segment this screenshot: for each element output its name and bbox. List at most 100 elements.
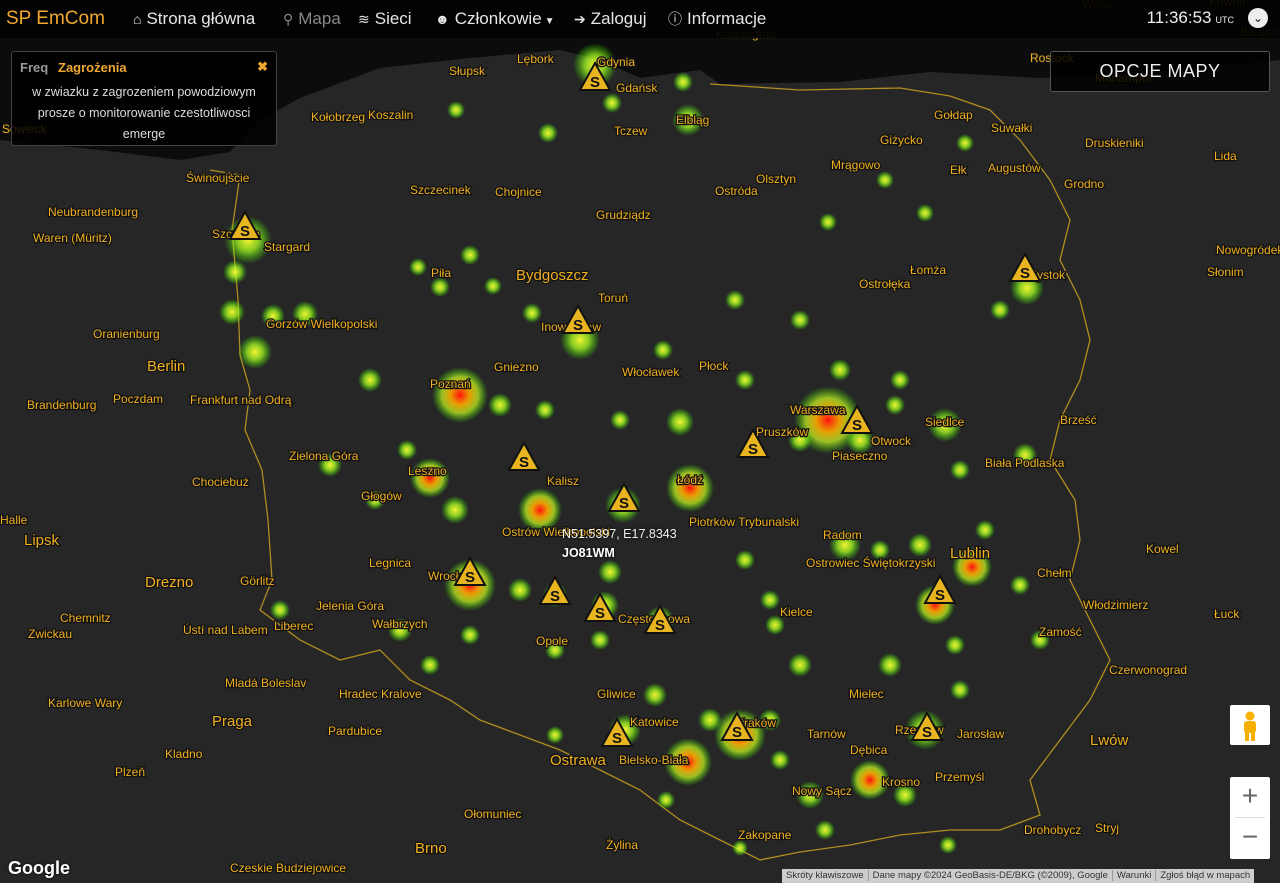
svg-text:S: S bbox=[465, 569, 475, 586]
heatmap-blob bbox=[460, 625, 480, 645]
nav-members[interactable]: ☻ Członkowie ▼ bbox=[435, 9, 555, 29]
heatmap-blob bbox=[975, 520, 995, 540]
google-logo: Google bbox=[8, 858, 70, 878]
svg-text:S: S bbox=[550, 588, 560, 605]
city-label: Włocławek bbox=[622, 365, 680, 379]
city-label: Poczdam bbox=[113, 392, 163, 406]
svg-text:S: S bbox=[612, 730, 622, 747]
heatmap-blob bbox=[397, 440, 417, 460]
map-options-button[interactable]: OPCJE MAPY bbox=[1050, 51, 1270, 92]
heatmap-blob bbox=[990, 300, 1010, 320]
home-icon: ⌂ bbox=[133, 11, 142, 27]
city-label: Zielona Góra bbox=[289, 449, 359, 463]
heatmap-blob bbox=[598, 560, 622, 584]
city-label: Katowice bbox=[630, 715, 679, 729]
city-label: Ełk bbox=[950, 163, 968, 177]
city-label: Lębork bbox=[517, 52, 555, 66]
zoom-in-button[interactable]: + bbox=[1230, 777, 1270, 817]
city-label: Leszno bbox=[408, 464, 447, 478]
svg-text:S: S bbox=[1020, 265, 1030, 282]
heatmap-blob bbox=[270, 600, 290, 620]
city-label: Ostrowiec Świętokrzyski bbox=[806, 555, 935, 570]
city-label: Poznań bbox=[430, 377, 471, 391]
close-icon[interactable]: ✖ bbox=[257, 59, 268, 75]
city-label: Olsztyn bbox=[756, 172, 796, 186]
zoom-out-button[interactable]: − bbox=[1230, 818, 1270, 858]
nav-login[interactable]: ➔ Zaloguj bbox=[574, 9, 647, 29]
city-label: Plzeň bbox=[115, 765, 145, 779]
city-label: Głogów bbox=[361, 489, 402, 503]
users-icon: ☻ bbox=[435, 11, 450, 27]
city-label: Görlitz bbox=[240, 574, 275, 588]
chevron-down-circle-icon[interactable]: ⌄ bbox=[1248, 8, 1268, 28]
city-label: Giżycko bbox=[880, 133, 923, 147]
city-label: Świnoujście bbox=[186, 170, 250, 185]
city-label: Tczew bbox=[614, 124, 648, 138]
heatmap-blob bbox=[725, 290, 745, 310]
heatmap-blob bbox=[950, 680, 970, 700]
heatmap-blob bbox=[698, 708, 722, 732]
terms-link[interactable]: Warunki bbox=[1112, 870, 1157, 881]
city-label: Ostrawa bbox=[550, 752, 607, 769]
poland-border bbox=[209, 83, 1111, 861]
street-view-pegman-icon[interactable] bbox=[1230, 705, 1270, 745]
heatmap-blob bbox=[666, 408, 694, 436]
city-label: Opole bbox=[536, 634, 568, 648]
city-label: Łuck bbox=[1214, 607, 1240, 621]
city-label: Kladno bbox=[165, 747, 203, 761]
heatmap-blob bbox=[484, 277, 502, 295]
heatmap-blob bbox=[358, 368, 382, 392]
clock-time: 11:36:53 bbox=[1146, 8, 1212, 27]
city-label: Elbląg bbox=[676, 113, 709, 127]
map-marker-icon: ⚲ bbox=[283, 11, 294, 27]
city-label: Kowel bbox=[1146, 542, 1179, 556]
city-label: Jarosław bbox=[957, 727, 1005, 741]
heatmap-blob bbox=[602, 93, 622, 113]
city-label: Lipsk bbox=[24, 532, 60, 549]
city-label: Siedlce bbox=[925, 415, 965, 429]
city-label: Zamość bbox=[1039, 625, 1082, 639]
city-label: Grodno bbox=[1064, 177, 1104, 191]
city-label: Piła bbox=[431, 266, 451, 280]
heatmap-blob bbox=[447, 101, 465, 119]
city-label: Gołdap bbox=[934, 108, 973, 122]
city-label: Czeskie Budziejowice bbox=[230, 861, 346, 875]
warning-triangle-icon[interactable]: S bbox=[507, 440, 541, 471]
report-error-link[interactable]: Zgłoś błąd w mapach bbox=[1156, 870, 1254, 881]
city-label: Przemyśl bbox=[935, 770, 984, 784]
heatmap-blob bbox=[219, 299, 245, 325]
city-label: Gorzów Wielkopolski bbox=[266, 317, 377, 331]
nav-networks[interactable]: ≋ Sieci bbox=[358, 9, 412, 29]
heatmap-blob bbox=[735, 550, 755, 570]
panel-tab-threats[interactable]: Zagrożenia bbox=[58, 60, 127, 75]
svg-text:S: S bbox=[852, 417, 862, 434]
brand-logo[interactable]: SP EmCom bbox=[6, 8, 105, 30]
keyboard-shortcuts-link[interactable]: Skróty klawiszowe bbox=[782, 870, 869, 881]
heatmap-blob bbox=[829, 359, 851, 381]
nav-home[interactable]: ⌂ Strona główna bbox=[133, 9, 255, 29]
city-label: Halle bbox=[0, 513, 28, 527]
navbar: SP EmCom ⌂ Strona główna ⚲ Mapa ≋ Sieci ☻ Cz… bbox=[0, 0, 1280, 38]
nav-map[interactable]: ⚲ Mapa bbox=[283, 9, 341, 29]
cursor-coordinates: N51.5397, E17.8343 bbox=[562, 527, 677, 541]
heatmap-blob bbox=[666, 464, 714, 512]
nav-info[interactable]: ⓘ Informacje bbox=[668, 9, 766, 29]
city-label: Gdynia bbox=[597, 55, 635, 69]
heatmap-blob bbox=[420, 655, 440, 675]
sign-in-icon: ➔ bbox=[574, 11, 586, 27]
heatmap-blob bbox=[876, 171, 894, 189]
city-label: Szczecinek bbox=[410, 183, 472, 197]
nav-networks-label: Sieci bbox=[374, 9, 412, 28]
heatmap-blob bbox=[535, 400, 555, 420]
city-label: Frankfurt nad Odrą bbox=[190, 393, 292, 407]
city-label: Kielce bbox=[780, 605, 813, 619]
nav-members-label: Członkowie bbox=[454, 9, 542, 28]
city-label: Włodzimierz bbox=[1083, 598, 1148, 612]
heatmap-blob bbox=[673, 72, 693, 92]
city-label: Otwock bbox=[871, 434, 912, 448]
city-label: Stryj bbox=[1095, 821, 1119, 835]
heatmap-blob bbox=[878, 653, 902, 677]
heatmap-blob bbox=[409, 258, 427, 276]
heatmap-blob bbox=[885, 395, 905, 415]
panel-tab-freq[interactable]: Freq bbox=[20, 60, 48, 75]
